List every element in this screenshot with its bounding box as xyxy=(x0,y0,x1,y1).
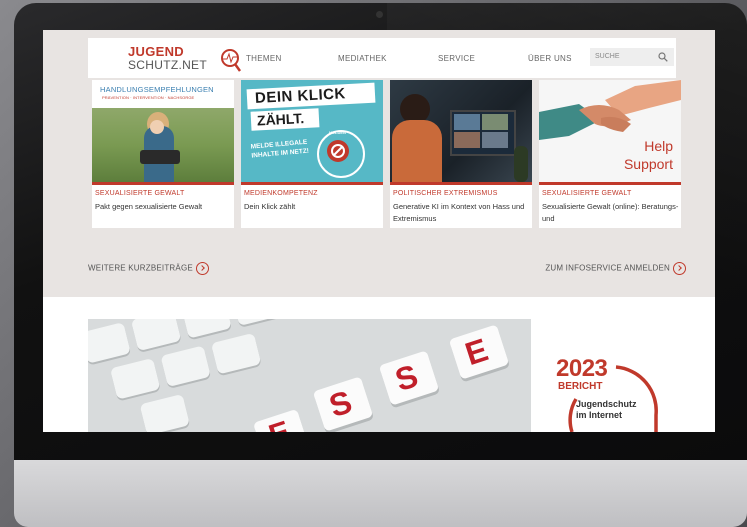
article-card-generative-ki[interactable]: POLITISCHER EXTREMISMUS Generative KI im… xyxy=(390,80,532,228)
monitor-chin xyxy=(14,460,747,527)
card-category[interactable]: SEXUALISIERTE GEWALT xyxy=(542,190,631,197)
card-title[interactable]: Generative KI im Kontext von Hass und Ex… xyxy=(393,201,531,225)
report-2023-teaser[interactable]: 2023 BERICHT Jugendschutz im Internet xyxy=(556,355,676,432)
monitor: JUGEND SCHUTZ.NET THEMEN MEDIATHEK SERVI… xyxy=(14,3,747,527)
magnifier-logo-icon xyxy=(221,49,242,72)
logo-text-line1: JUGEND xyxy=(128,44,184,59)
nav-item-mediathek[interactable]: MEDIATHEK xyxy=(338,54,387,63)
more-posts-link[interactable]: WEITERE KURZBEITRÄGE xyxy=(88,262,209,275)
report-arc-icon xyxy=(568,365,658,432)
key-letter: S xyxy=(324,383,357,425)
featured-section: E S S E 2023 BERICHT Jugends xyxy=(43,297,715,432)
card-image-child: HANDLUNGSEMPFEHLUNGEN PRÄVENTION · INTER… xyxy=(92,80,234,182)
card-title[interactable]: Pakt gegen sexualisierte Gewalt xyxy=(95,201,233,213)
card-title[interactable]: Dein Klick zählt xyxy=(244,201,382,213)
card-image-video-call xyxy=(390,80,532,182)
card-image-line1: DEIN KLICK xyxy=(254,85,347,107)
card-image-title: HANDLUNGSEMPFEHLUNGEN xyxy=(100,85,214,94)
search-input[interactable]: SUCHE xyxy=(590,48,674,66)
card-image-stamp: MELDE ILLEGALE INHALTE IM NETZ! xyxy=(250,138,310,160)
site-logo[interactable]: JUGEND SCHUTZ.NET xyxy=(128,44,242,74)
report-title-line1: Jugendschutz xyxy=(576,399,637,409)
card-category[interactable]: SEXUALISIERTE GEWALT xyxy=(95,190,184,197)
card-image-help-support: Help Support xyxy=(539,80,681,182)
card-image-badge: MELDEN xyxy=(329,130,346,135)
stop-icon xyxy=(327,140,349,162)
nav-item-themen[interactable]: THEMEN xyxy=(246,54,282,63)
key-letter: E xyxy=(265,415,295,432)
nav-item-service[interactable]: SERVICE xyxy=(438,54,475,63)
camera-dot xyxy=(376,11,383,18)
news-section: JUGEND SCHUTZ.NET THEMEN MEDIATHEK SERVI… xyxy=(43,30,715,297)
arrow-right-circle-icon xyxy=(673,262,686,275)
article-card-pakt[interactable]: HANDLUNGSEMPFEHLUNGEN PRÄVENTION · INTER… xyxy=(92,80,234,228)
article-card-dein-klick[interactable]: DEIN KLICK ZÄHLT. MELDE ILLEGALE INHALTE… xyxy=(241,80,383,228)
key-letter: S xyxy=(390,357,423,399)
arrow-right-circle-icon xyxy=(195,262,209,275)
report-title-line2: im Internet xyxy=(576,410,623,420)
card-image-subtitle: PRÄVENTION · INTERVENTION · NACHSORGE xyxy=(102,95,195,100)
logo-text-line2: SCHUTZ.NET xyxy=(128,58,207,72)
more-posts-label: WEITERE KURZBEITRÄGE xyxy=(88,263,193,273)
card-category[interactable]: POLITISCHER EXTREMISMUS xyxy=(393,190,498,197)
infoservice-link[interactable]: ZUM INFOSERVICE ANMELDEN xyxy=(545,262,686,275)
card-title[interactable]: Sexualisierte Gewalt (online): Beratungs… xyxy=(542,201,680,225)
card-image-help: Help xyxy=(644,138,673,154)
article-card-beratung[interactable]: Help Support SEXUALISIERTE GEWALT Sexual… xyxy=(539,80,681,228)
top-navigation: JUGEND SCHUTZ.NET THEMEN MEDIATHEK SERVI… xyxy=(88,38,676,78)
card-image-line2: ZÄHLT. xyxy=(256,110,305,129)
card-image-dein-klick: DEIN KLICK ZÄHLT. MELDE ILLEGALE INHALTE… xyxy=(241,80,383,182)
infoservice-label: ZUM INFOSERVICE ANMELDEN xyxy=(545,263,670,273)
search-icon[interactable] xyxy=(658,52,668,62)
screen: JUGEND SCHUTZ.NET THEMEN MEDIATHEK SERVI… xyxy=(43,30,715,432)
card-category[interactable]: MEDIENKOMPETENZ xyxy=(244,190,318,197)
nav-item-ueber-uns[interactable]: ÜBER UNS xyxy=(528,54,572,63)
featured-keyboard-image[interactable]: E S S E xyxy=(88,319,531,432)
card-image-support: Support xyxy=(623,156,673,172)
search-placeholder: SUCHE xyxy=(595,53,620,60)
key-letter: E xyxy=(460,331,493,373)
